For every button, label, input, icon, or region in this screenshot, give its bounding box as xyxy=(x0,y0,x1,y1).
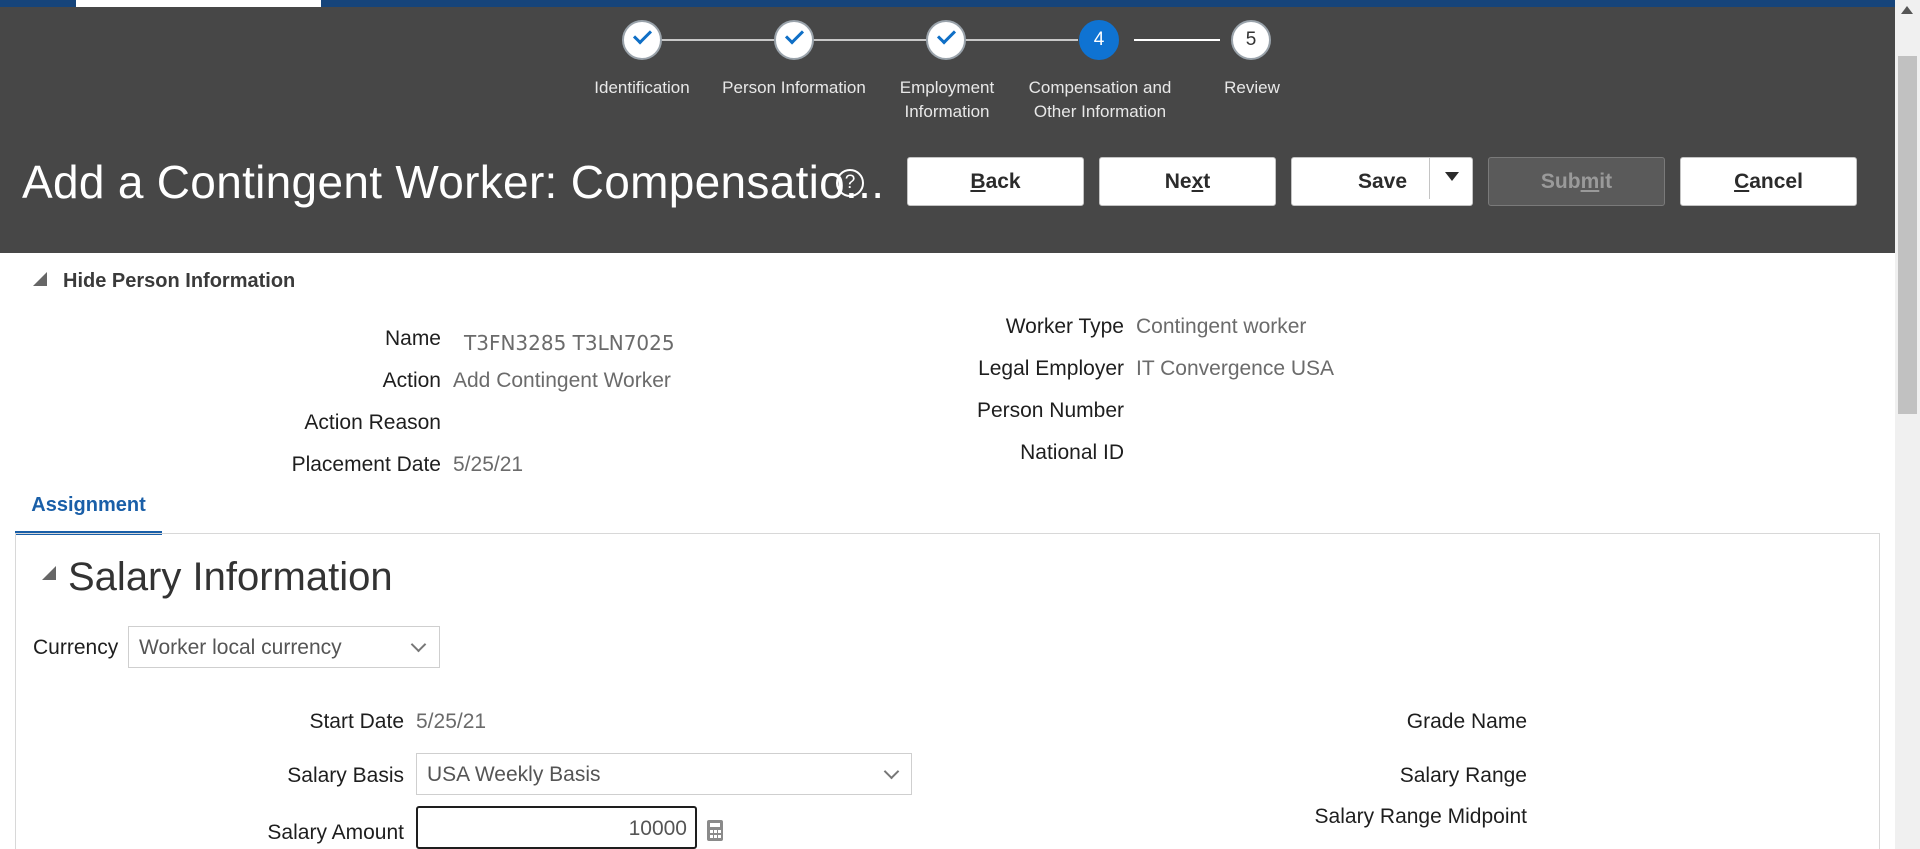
train-stop-employment-information[interactable] xyxy=(926,20,966,60)
start-date-value: 5/25/21 xyxy=(416,710,487,733)
salary-amount-value: 10000 xyxy=(628,817,687,840)
train-stop-compensation[interactable]: 4 xyxy=(1079,20,1119,60)
grade-name-label: Grade Name xyxy=(1406,710,1527,733)
salary-range-label: Salary Range xyxy=(1399,764,1527,787)
scroll-up-arrow-icon[interactable] xyxy=(1901,6,1913,14)
split-divider xyxy=(1429,157,1430,199)
salary-information-heading: Salary Information xyxy=(68,555,393,599)
salary-amount-input[interactable]: 10000 xyxy=(416,806,697,849)
check-icon xyxy=(632,25,653,45)
train-connector xyxy=(660,39,774,41)
scrollbar-thumb[interactable] xyxy=(1898,56,1917,414)
placement-date-label: Placement Date xyxy=(291,453,441,476)
train-stop-identification[interactable] xyxy=(622,20,662,60)
train-label-employment-information[interactable]: Employment Information xyxy=(862,76,1032,124)
salary-basis-select-value: USA Weekly Basis xyxy=(427,763,601,786)
cancel-button-label: Cancel xyxy=(1734,169,1803,193)
submit-button[interactable]: Submit xyxy=(1488,157,1665,206)
logo xyxy=(76,0,321,7)
worker-type-label: Worker Type xyxy=(1005,315,1124,338)
train-stop-review[interactable]: 5 xyxy=(1231,20,1271,60)
submit-button-label: Submit xyxy=(1540,169,1613,193)
salary-amount-label: Salary Amount xyxy=(267,821,404,844)
name-label: Name xyxy=(384,327,441,350)
train-label-identification[interactable]: Identification xyxy=(557,76,727,100)
train-connector xyxy=(812,39,926,41)
action-reason-label: Action Reason xyxy=(304,411,441,434)
train-connector xyxy=(1134,39,1220,41)
start-date-label: Start Date xyxy=(309,710,404,733)
salary-basis-select[interactable]: USA Weekly Basis xyxy=(416,753,912,795)
name-value: T3FN3285 T3LN7025 xyxy=(464,331,675,355)
train-connector xyxy=(964,39,1078,41)
worker-type-value: Contingent worker xyxy=(1136,315,1307,338)
step-number: 4 xyxy=(1093,29,1105,50)
tab-assignment[interactable]: Assignment xyxy=(15,494,162,534)
legal-employer-value: IT Convergence USA xyxy=(1136,357,1335,380)
save-button[interactable]: Save xyxy=(1291,157,1473,206)
salary-range-midpoint-label: Salary Range Midpoint xyxy=(1314,805,1527,828)
currency-select-value: Worker local currency xyxy=(139,636,342,659)
hide-person-information-link[interactable]: Hide Person Information xyxy=(63,270,295,293)
save-button-label: Save xyxy=(1358,169,1408,193)
national-id-label: National ID xyxy=(1020,441,1124,464)
check-icon xyxy=(784,25,805,45)
next-button-label: Next xyxy=(1164,169,1211,193)
save-menu-icon[interactable] xyxy=(1445,172,1459,181)
collapse-triangle-icon[interactable] xyxy=(42,566,56,580)
person-number-label: Person Number xyxy=(976,399,1124,422)
salary-basis-label: Salary Basis xyxy=(287,764,404,787)
chevron-down-icon xyxy=(883,763,900,780)
page-title: Add a Contingent Worker: Compensatio... xyxy=(22,156,885,208)
train-stop-person-information[interactable] xyxy=(774,20,814,60)
chevron-down-icon xyxy=(410,636,427,653)
train-label-compensation[interactable]: Compensation and Other Information xyxy=(1015,76,1185,124)
step-number: 5 xyxy=(1245,29,1257,50)
currency-label: Currency xyxy=(33,636,119,659)
back-button[interactable]: Back xyxy=(907,157,1084,206)
help-icon[interactable]: ? xyxy=(836,169,864,197)
collapse-triangle-icon[interactable] xyxy=(33,272,47,286)
cancel-button[interactable]: Cancel xyxy=(1680,157,1857,206)
currency-select[interactable]: Worker local currency xyxy=(128,626,440,668)
action-value: Add Contingent Worker xyxy=(453,369,671,392)
placement-date-value: 5/25/21 xyxy=(453,453,524,476)
train-label-review[interactable]: Review xyxy=(1167,76,1337,100)
train-label-person-information[interactable]: Person Information xyxy=(709,76,879,100)
next-button[interactable]: Next xyxy=(1099,157,1276,206)
back-button-label: Back xyxy=(970,169,1021,193)
check-icon xyxy=(936,25,957,45)
action-label: Action xyxy=(382,369,441,392)
legal-employer-label: Legal Employer xyxy=(978,357,1124,380)
calculator-icon[interactable] xyxy=(707,820,723,841)
